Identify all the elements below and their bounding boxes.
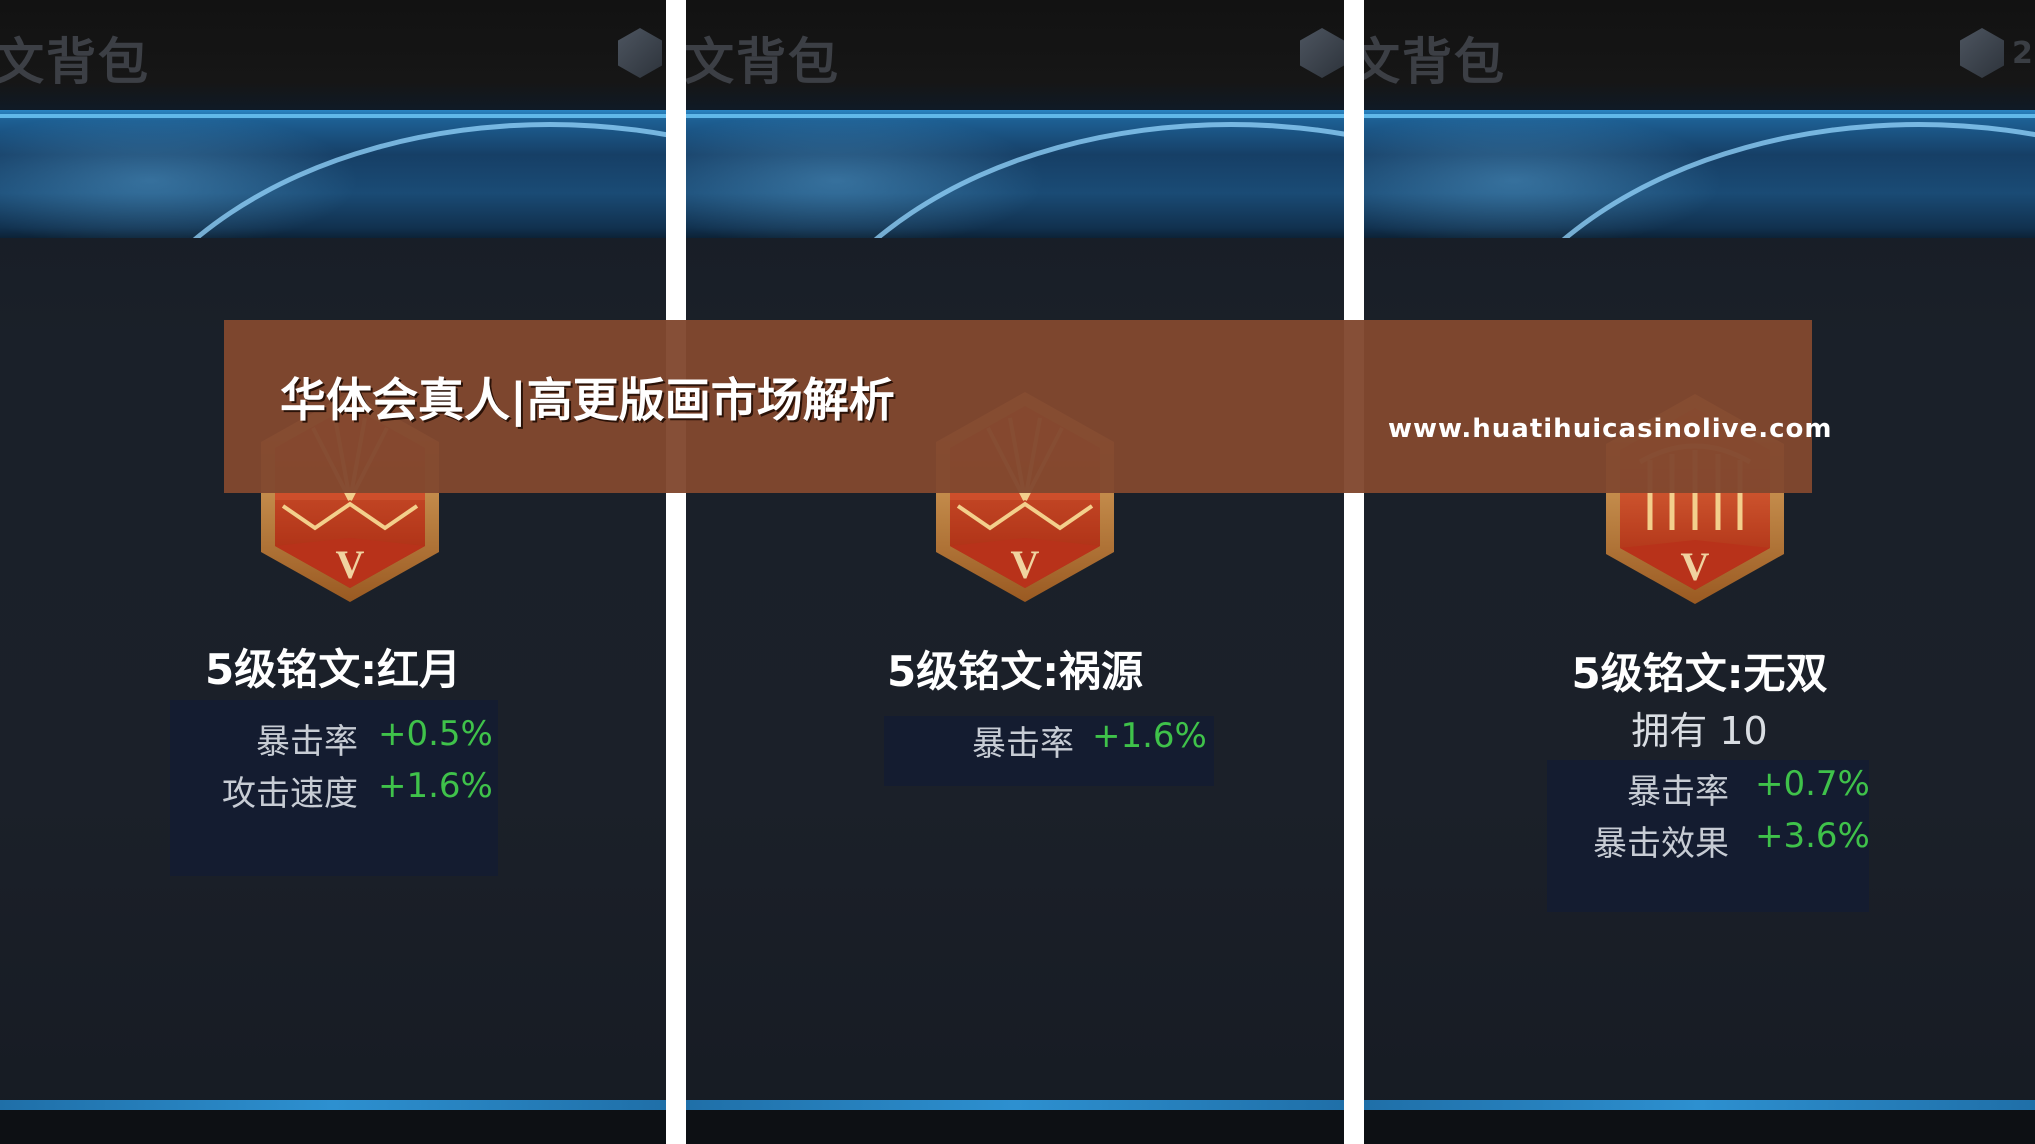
hexagon-logo-icon bbox=[1300, 28, 1344, 78]
bottom-bar bbox=[0, 1100, 666, 1110]
bottom-bar bbox=[686, 1100, 1344, 1110]
svg-text:V: V bbox=[1681, 544, 1710, 589]
inscription-bag-title: 文背包 bbox=[686, 33, 840, 91]
top-bar: 文背包 2 bbox=[1364, 0, 2035, 110]
stat-row: 暴击效果 +3.6% bbox=[1547, 816, 1870, 868]
stat-row: 暴击率 +1.6% bbox=[884, 716, 1214, 768]
panel-separator bbox=[1344, 0, 1364, 1144]
bottom-edge bbox=[0, 1110, 666, 1144]
banner-title: 华体会真人|高更版画市场解析 bbox=[280, 373, 895, 427]
stat-name: 暴击率 bbox=[256, 722, 358, 762]
svg-text:V: V bbox=[1011, 542, 1040, 587]
stat-value: +0.7% bbox=[1755, 764, 1870, 804]
bottom-bar bbox=[1364, 1100, 2035, 1110]
inscription-name: 5级铭文:无双 bbox=[1571, 649, 1828, 698]
inscription-panel-disaster-source: 文背包 V 5级铭文:祸源 暴击率 +1.6% bbox=[686, 0, 1344, 1144]
inscription-panel-unparalleled: 文背包 2 V 5级铭文:无双 拥有 10 暴击率 +0.7% 暴击效果 +3.… bbox=[1364, 0, 2035, 1144]
stat-value: +3.6% bbox=[1755, 816, 1870, 856]
stat-name: 暴击效果 bbox=[1593, 824, 1729, 864]
header-banner-decoration bbox=[0, 110, 666, 238]
inscription-bag-title: 文背包 bbox=[0, 33, 150, 91]
inscription-name: 5级铭文:祸源 bbox=[886, 647, 1144, 696]
stat-name: 攻击速度 bbox=[222, 774, 358, 814]
overlay-banner: 华体会真人|高更版画市场解析 www.huatihuicasinolive.co… bbox=[224, 320, 1831, 493]
inscription-panel-red-moon: 文背包 V 5级铭文:红月 暴击率 +0.5% 攻击速度 +1.6% bbox=[0, 0, 666, 1144]
header-banner-decoration bbox=[1364, 110, 2035, 238]
stat-name: 暴击率 bbox=[972, 724, 1074, 764]
stat-value: +0.5% bbox=[378, 714, 493, 754]
banner-url: www.huatihuicasinolive.com bbox=[1388, 414, 1833, 444]
top-bar: 文背包 bbox=[0, 0, 666, 110]
coin-count: 2 bbox=[2012, 36, 2033, 71]
top-bar: 文背包 bbox=[686, 0, 1344, 110]
stat-value: +1.6% bbox=[1092, 716, 1207, 756]
hexagon-logo-icon bbox=[618, 28, 662, 78]
hexagon-logo-icon bbox=[1960, 28, 2004, 78]
stats-box: 暴击率 +1.6% bbox=[884, 716, 1214, 786]
inscription-bag-title: 文背包 bbox=[1364, 33, 1506, 91]
stat-value: +1.6% bbox=[378, 766, 493, 806]
svg-text:V: V bbox=[336, 542, 365, 587]
inscription-name: 5级铭文:红月 bbox=[204, 645, 462, 694]
stat-row: 暴击率 +0.5% bbox=[170, 714, 498, 766]
stat-row: 攻击速度 +1.6% bbox=[170, 766, 498, 818]
stats-box: 暴击率 +0.5% 攻击速度 +1.6% bbox=[170, 700, 498, 876]
panel-separator bbox=[666, 0, 686, 1144]
owned-count: 拥有 10 bbox=[1631, 709, 1768, 753]
stat-row: 暴击率 +0.7% bbox=[1547, 764, 1870, 816]
bottom-edge bbox=[686, 1110, 1344, 1144]
header-banner-decoration bbox=[686, 110, 1344, 238]
stats-box: 暴击率 +0.7% 暴击效果 +3.6% bbox=[1547, 760, 1870, 912]
bottom-edge bbox=[1364, 1110, 2035, 1144]
stat-name: 暴击率 bbox=[1627, 772, 1729, 812]
